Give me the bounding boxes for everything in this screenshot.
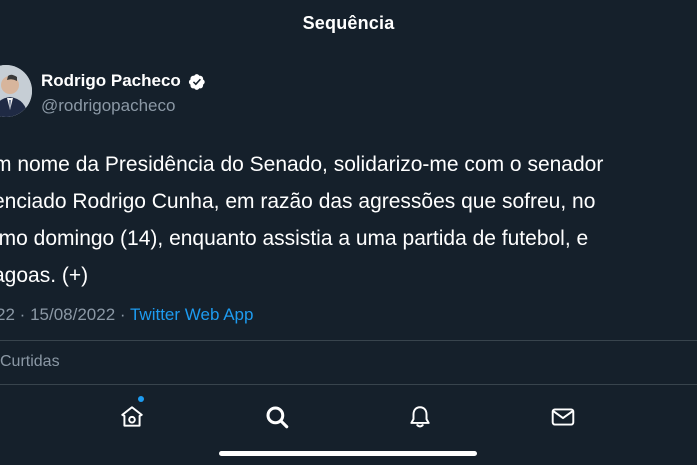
search-icon <box>266 406 289 429</box>
avatar[interactable] <box>0 65 32 117</box>
meta-separator: · <box>119 305 126 324</box>
verified-badge-icon <box>188 74 205 90</box>
page-title: Sequência <box>302 13 395 33</box>
tweet-line: m nome da Presidência do Senado, solidar… <box>0 153 604 176</box>
tab-search[interactable] <box>262 402 292 432</box>
divider <box>0 384 697 385</box>
author-handle[interactable]: @rodrigopacheco <box>41 96 175 116</box>
tweet-text: m nome da Presidência do Senado, solidar… <box>0 146 697 294</box>
meta-separator: · <box>19 305 26 324</box>
tweet-date: 15/08/2022 <box>30 305 116 324</box>
tweet-source-link[interactable]: Twitter Web App <box>130 305 253 324</box>
thread-screen: Sequência Rodrigo Pacheco @rodrigopachec… <box>0 0 697 465</box>
tab-home[interactable] <box>117 402 147 432</box>
author-name[interactable]: Rodrigo Pacheco <box>41 71 181 91</box>
tab-notifications[interactable] <box>405 402 435 432</box>
mail-icon <box>551 408 575 426</box>
avatar-photo <box>0 65 32 117</box>
home-icon <box>121 406 143 427</box>
home-indicator[interactable] <box>219 451 477 456</box>
divider <box>0 340 697 341</box>
tweet-time: 22 <box>0 305 15 324</box>
likes-stat-label[interactable]: Curtidas <box>0 353 60 371</box>
bell-icon <box>410 406 430 428</box>
tweet-line: agoas. (+) <box>0 264 89 287</box>
notification-dot <box>138 396 144 402</box>
tweet-line: enciado Rodrigo Cunha, em razão das agre… <box>0 190 596 213</box>
tweet-metadata: 22 · 15/08/2022 · Twitter Web App <box>0 305 253 325</box>
tab-messages[interactable] <box>548 402 578 432</box>
tweet-line: imo domingo (14), enquanto assistia a um… <box>0 227 589 250</box>
